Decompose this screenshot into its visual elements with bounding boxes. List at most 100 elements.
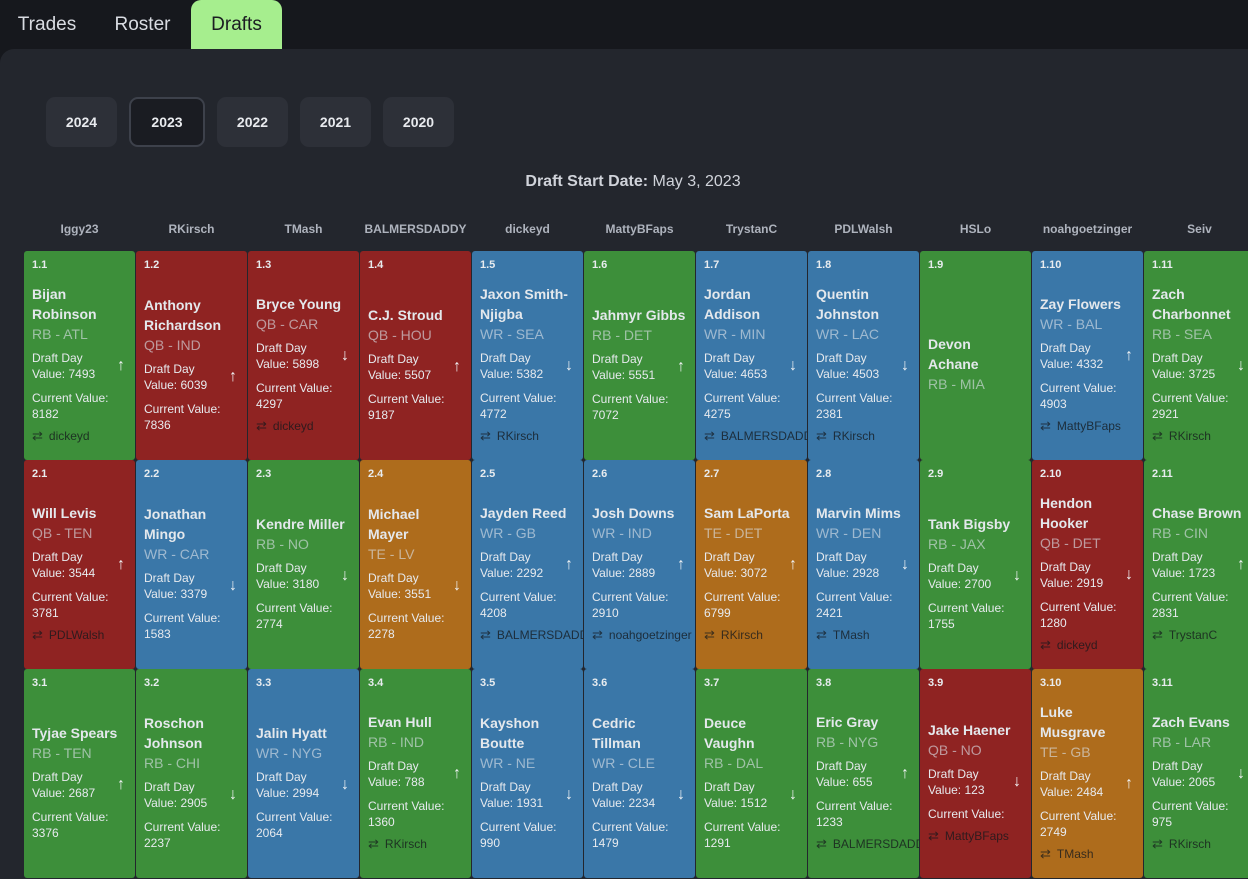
draft-pick-card[interactable]: 2.10 Hendon Hooker QB - DET Draft Day Value… bbox=[1032, 460, 1143, 669]
player-name: Quentin Johnston bbox=[816, 285, 879, 322]
year-button-2021[interactable]: 2021 bbox=[300, 97, 371, 147]
draft-pick-card[interactable]: 2.2 Jonathan Mingo WR - CAR Draft Day Value… bbox=[136, 460, 247, 669]
current-value-number: 7836 bbox=[144, 417, 171, 432]
player-position: WR - IND bbox=[592, 524, 652, 541]
year-button-2020[interactable]: 2020 bbox=[383, 97, 454, 147]
current-value: Current Value: 2381 bbox=[816, 390, 911, 422]
arrow-up-icon: ↑ bbox=[565, 555, 573, 573]
trade-swap-icon: ⇄ bbox=[1040, 845, 1051, 861]
draft-pick-card[interactable]: 3.6 Cedric Tillman WR - CLE Draft Day Value… bbox=[584, 669, 695, 878]
arrow-up-icon: ↑ bbox=[117, 775, 125, 793]
pick-details: Hendon Hooker QB - DET Draft Day Value: 29… bbox=[1040, 493, 1135, 653]
current-value-number: 1233 bbox=[816, 814, 843, 829]
year-button-2022[interactable]: 2022 bbox=[217, 97, 288, 147]
traded-from: ⇄ RKirsch bbox=[816, 428, 911, 444]
draft-pick-card[interactable]: 3.5 Kayshon Boutte WR - NE Draft Day Value:… bbox=[472, 669, 583, 878]
traded-from-name: dickeyd bbox=[48, 428, 90, 443]
current-value-number: 2774 bbox=[256, 616, 283, 631]
current-value-label: Current Value: bbox=[144, 610, 221, 625]
arrow-up-icon: ↑ bbox=[229, 367, 237, 385]
current-value-number: 2278 bbox=[368, 626, 395, 641]
draft-pick-card[interactable]: 3.8 Eric Gray RB - NYG Draft Day Value: 655… bbox=[808, 669, 919, 878]
draft-pick-card[interactable]: 3.2 Roschon Johnson RB - CHI Draft Day Valu… bbox=[136, 669, 247, 878]
current-value-number: 1755 bbox=[928, 616, 955, 631]
player-position: RB - DET bbox=[592, 326, 652, 343]
draft-pick-card[interactable]: 2.7 Sam LaPorta TE - DET Draft Day Value: 3… bbox=[696, 460, 807, 669]
draft-pick-card[interactable]: 1.6 Jahmyr Gibbs RB - DET Draft Day Value: … bbox=[584, 251, 695, 460]
player-position: RB - MIA bbox=[928, 375, 985, 392]
current-value-number: 7072 bbox=[592, 407, 619, 422]
traded-from: ⇄ PDLWalsh bbox=[32, 627, 127, 643]
current-value-number: 8182 bbox=[32, 406, 59, 421]
draft-pick-card[interactable]: 1.7 Jordan Addison WR - MIN Draft Day Value… bbox=[696, 251, 807, 460]
draft-pick-card[interactable]: 1.2 Anthony Richardson QB - IND Draft Day V… bbox=[136, 251, 247, 460]
player-position: QB - CAR bbox=[256, 315, 319, 332]
draft-day-value: Draft Day Value: 5507 ↑ bbox=[368, 351, 463, 383]
draft-pick-card[interactable]: 2.8 Marvin Mims WR - DEN Draft Day Value: 2… bbox=[808, 460, 919, 669]
trade-swap-icon: ⇄ bbox=[1152, 427, 1163, 443]
year-button-2024[interactable]: 2024 bbox=[46, 97, 117, 147]
current-value-label: Current Value: bbox=[256, 809, 333, 824]
draft-pick-card[interactable]: 3.10 Luke Musgrave TE - GB Draft Day Value:… bbox=[1032, 669, 1143, 878]
pick-number: 1.3 bbox=[256, 259, 272, 271]
player-name: Marvin Mims bbox=[816, 504, 901, 521]
draft-pick-card[interactable]: 3.7 Deuce Vaughn RB - DAL Draft Day Value: … bbox=[696, 669, 807, 878]
pick-details: Eric Gray RB - NYG Draft Day Value: 655 ↑ Cu… bbox=[816, 712, 919, 852]
arrow-down-icon: ↓ bbox=[789, 356, 797, 374]
team-header: TMash bbox=[284, 222, 323, 236]
draft-pick-card[interactable]: 1.8 Quentin Johnston WR - LAC Draft Day Val… bbox=[808, 251, 919, 460]
draft-day-number: 5898 bbox=[292, 356, 320, 371]
arrow-down-icon: ↓ bbox=[1125, 565, 1133, 583]
player-name: Chase Brown bbox=[1152, 504, 1242, 521]
tab-drafts[interactable]: Drafts bbox=[191, 0, 282, 49]
draft-pick-card[interactable]: 3.9 Jake Haener QB - NO Draft Day Value: 12… bbox=[920, 669, 1031, 878]
year-button-2023[interactable]: 2023 bbox=[129, 97, 205, 147]
draft-day-number: 5507 bbox=[404, 367, 432, 382]
current-value: Current Value: 2064 bbox=[256, 809, 351, 841]
current-value: Current Value: 4903 bbox=[1040, 380, 1135, 412]
current-value-label: Current Value: bbox=[1152, 589, 1229, 604]
current-value-label: Current Value: bbox=[368, 798, 445, 813]
draft-pick-card[interactable]: 1.10 Zay Flowers WR - BAL Draft Day Value: … bbox=[1032, 251, 1143, 460]
pick-details: Anthony Richardson QB - IND Draft Day Valu… bbox=[144, 295, 239, 433]
draft-pick-card[interactable]: 1.11 Zach Charbonnet RB - SEA Draft Day Val… bbox=[1144, 251, 1248, 460]
draft-pick-card[interactable]: 2.6 Josh Downs WR - IND Draft Day Value: 28… bbox=[584, 460, 695, 669]
current-value: Current Value: 1233 bbox=[816, 798, 911, 830]
player-name: Zach Evans bbox=[1152, 713, 1230, 730]
draft-pick-card[interactable]: 2.3 Kendre Miller RB - NO Draft Day Value: … bbox=[248, 460, 359, 669]
draft-pick-card[interactable]: 2.4 Michael Mayer TE - LV Draft Day Value: … bbox=[360, 460, 471, 669]
current-value: Current Value: 2910 bbox=[592, 589, 687, 621]
player-name: Jaxon Smith-Njigba bbox=[480, 285, 568, 322]
current-value-number: 2910 bbox=[592, 605, 619, 620]
draft-pick-card[interactable]: 1.4 C.J. Stroud QB - HOU Draft Day Value: 5… bbox=[360, 251, 471, 460]
draft-day-number: 5551 bbox=[628, 367, 656, 382]
pick-number: 3.10 bbox=[1040, 677, 1062, 689]
arrow-down-icon: ↓ bbox=[901, 555, 909, 573]
draft-pick-card[interactable]: 2.9 Tank Bigsby RB - JAX Draft Day Value: 2… bbox=[920, 460, 1031, 669]
pick-number: 2.6 bbox=[592, 468, 608, 480]
pick-number: 2.10 bbox=[1040, 468, 1062, 480]
draft-pick-card[interactable]: 2.11 Chase Brown RB - CIN Draft Day Value: … bbox=[1144, 460, 1248, 669]
draft-day-value: Draft Day Value: 3544 ↑ bbox=[32, 549, 127, 581]
draft-pick-card[interactable]: 1.3 Bryce Young QB - CAR Draft Day Value: 5… bbox=[248, 251, 359, 460]
draft-pick-card[interactable]: 2.5 Jayden Reed WR - GB Draft Day Value: 22… bbox=[472, 460, 583, 669]
draft-pick-card[interactable]: 3.1 Tyjae Spears RB - TEN Draft Day Value: … bbox=[24, 669, 135, 878]
tab-trades[interactable]: Trades bbox=[0, 0, 94, 49]
draft-pick-card[interactable]: 2.1 Will Levis QB - TEN Draft Day Value: 35… bbox=[24, 460, 135, 669]
traded-from: ⇄ BALMERSDADDY bbox=[480, 627, 583, 643]
draft-pick-card[interactable]: 1.1 Bijan Robinson RB - ATL Draft Day Value… bbox=[24, 251, 135, 460]
current-value-label: Current Value: bbox=[32, 390, 109, 405]
draft-pick-card[interactable]: 3.3 Jalin Hyatt WR - NYG Draft Day Value: 2… bbox=[248, 669, 359, 878]
current-value-number: 4297 bbox=[256, 396, 283, 411]
trade-swap-icon: ⇄ bbox=[368, 835, 379, 851]
player-name: Kayshon Boutte bbox=[480, 714, 540, 751]
draft-pick-card[interactable]: 1.5 Jaxon Smith-Njigba WR - SEA Draft Day V… bbox=[472, 251, 583, 460]
player-name: Jayden Reed bbox=[480, 504, 567, 521]
draft-pick-card[interactable]: 3.11 Zach Evans RB - LAR Draft Day Value: 2… bbox=[1144, 669, 1248, 878]
pick-details: Evan Hull RB - IND Draft Day Value: 788 ↑ Cu… bbox=[368, 712, 463, 852]
draft-pick-card[interactable]: 3.4 Evan Hull RB - IND Draft Day Value: 788… bbox=[360, 669, 471, 878]
player-name: Anthony Richardson bbox=[144, 296, 222, 333]
draft-pick-card[interactable]: 1.9 Devon Achane RB - MIA bbox=[920, 251, 1031, 460]
tab-roster[interactable]: Roster bbox=[94, 0, 191, 49]
pick-number: 2.5 bbox=[480, 468, 496, 480]
